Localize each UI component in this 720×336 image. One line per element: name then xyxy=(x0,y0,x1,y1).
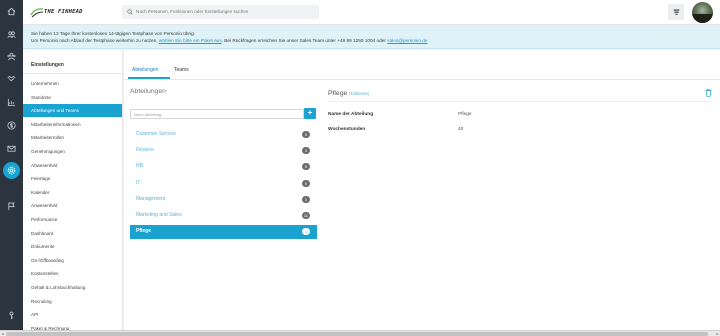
logo-mark-icon xyxy=(30,8,44,18)
notification-button[interactable] xyxy=(668,4,684,20)
mail-icon[interactable] xyxy=(4,141,19,156)
banner-line-2: Um Personio nach Ablauf der Testphase we… xyxy=(31,37,720,44)
department-name: Pflege xyxy=(136,228,152,235)
settings-icon[interactable] xyxy=(3,162,20,179)
logo-text: THE FINHEAD xyxy=(44,9,83,15)
horizontal-scrollbar[interactable]: ◂ ▸ xyxy=(0,330,720,336)
tab-abteilungen[interactable]: Abteilungen xyxy=(132,67,158,73)
detail-key: Name der Abteilung xyxy=(328,112,374,117)
sidebar-item[interactable]: Dashboard xyxy=(23,227,122,240)
department-row[interactable]: Marketing and Sales 11 xyxy=(130,209,317,223)
department-name: Management xyxy=(136,195,166,202)
sidebar-item[interactable]: Mitarbeiterinformationen xyxy=(23,118,122,131)
member-count-badge: 4 xyxy=(302,147,310,155)
scroll-right-arrow-icon[interactable]: ▸ xyxy=(715,331,720,336)
sidebar-item[interactable]: Gehalt & Lohnbuchhaltung xyxy=(23,281,122,294)
banner-text: Um Personio nach Ablauf der Testphase we… xyxy=(31,38,159,43)
search-icon xyxy=(127,9,133,15)
department-row[interactable]: Finance 4 xyxy=(130,144,317,158)
sidebar-item[interactable]: Genehmigungen xyxy=(23,145,122,158)
departments-title: Abteilungen xyxy=(130,88,166,95)
department-name: Customer Service xyxy=(136,131,176,137)
main-panel: Abteilungen Teams Abteilungen Neue Abtei… xyxy=(124,50,720,330)
banner-line-1: Sie haben 13 Tage Ihrer kostenlosen 14-t… xyxy=(31,31,196,36)
scrollbar-thumb[interactable] xyxy=(6,332,708,336)
people-group-icon[interactable] xyxy=(4,49,19,64)
department-row[interactable]: Pflege 1 xyxy=(130,225,317,240)
department-row[interactable]: HR 5 xyxy=(130,160,317,174)
sidebar-item[interactable]: Recruiting xyxy=(23,295,122,308)
sidebar-item[interactable]: Performance xyxy=(23,213,122,226)
new-department-input[interactable]: Neue Abteilung... xyxy=(130,109,304,119)
member-count-badge: 11 xyxy=(301,212,310,219)
tab-teams[interactable]: Teams xyxy=(174,67,189,73)
sidebar-item[interactable]: Feiertage xyxy=(23,172,122,185)
scroll-left-arrow-icon[interactable]: ◂ xyxy=(0,331,5,336)
sidebar-item[interactable]: Standorte xyxy=(23,91,122,104)
company-logo[interactable]: THE FINHEAD xyxy=(30,7,92,18)
top-bar: THE FINHEAD Nach Personen, Funktionen od… xyxy=(23,0,720,25)
department-name: Marketing and Sales xyxy=(136,212,182,218)
department-row[interactable]: IT 0 xyxy=(130,177,317,191)
member-count-badge: 1 xyxy=(302,228,310,236)
member-count-badge: 0 xyxy=(302,179,310,187)
sidebar-item[interactable]: Anwesenheit xyxy=(23,199,122,212)
banner-text: . Bei Rückfragen erreichen Sie unser Sal… xyxy=(221,38,338,43)
search-placeholder: Nach Personen, Funktionen oder Einstellu… xyxy=(136,9,249,14)
home-icon[interactable] xyxy=(4,4,19,19)
add-department-button[interactable]: + xyxy=(304,108,316,119)
sidebar-item[interactable]: Abwesenheit xyxy=(23,159,122,172)
banner-text: oder xyxy=(375,38,388,43)
key-icon[interactable] xyxy=(4,308,19,323)
department-name-heading: Pflege xyxy=(328,90,348,97)
chart-icon[interactable] xyxy=(4,95,19,110)
avatar[interactable] xyxy=(692,2,713,23)
sidebar-item[interactable]: On-/Offboarding xyxy=(23,254,122,267)
detail-value: Pflege xyxy=(458,112,472,117)
member-count-badge: 0 xyxy=(302,131,310,138)
trial-banner: Sie haben 13 Tage Ihrer kostenlosen 14-t… xyxy=(23,25,720,49)
trash-icon[interactable] xyxy=(705,89,712,97)
divider xyxy=(124,79,720,80)
sales-email-link[interactable]: sales@personio.de xyxy=(387,38,427,43)
icon-rail xyxy=(0,0,23,336)
flag-icon[interactable] xyxy=(4,199,19,214)
new-department-placeholder: Neue Abteilung... xyxy=(134,112,165,117)
sidebar-item[interactable]: Mitarbeiterrollen xyxy=(23,131,122,144)
choose-package-link[interactable]: wählen Sie bitte ein Paket aus xyxy=(159,38,222,43)
sidebar-item[interactable]: API xyxy=(23,308,122,321)
people-icon[interactable] xyxy=(4,27,19,42)
edit-link[interactable]: (Editieren) xyxy=(349,91,369,96)
detail-key: Wochenstunden xyxy=(328,127,366,132)
sidebar-heading: Einstellungen xyxy=(31,62,64,68)
department-name: Finance xyxy=(136,147,154,154)
sales-phone: +49 89 1250 1004 xyxy=(337,38,376,43)
handshake-icon[interactable] xyxy=(4,71,19,86)
money-icon[interactable] xyxy=(4,118,19,133)
department-detail-title: Pflege (Editieren) xyxy=(328,90,369,97)
sidebar-item[interactable]: Abteilungen und Teams xyxy=(23,104,122,118)
sidebar-item[interactable]: Kalender xyxy=(23,186,122,199)
department-row[interactable]: Customer Service 0 xyxy=(130,128,317,142)
department-row[interactable]: Management 1 xyxy=(130,193,317,207)
divider xyxy=(23,73,122,74)
detail-value: 40 xyxy=(458,127,464,132)
sidebar-item[interactable]: Unternehmen xyxy=(23,77,122,90)
notification-icon xyxy=(673,8,679,15)
member-count-badge: 1 xyxy=(302,195,310,203)
sidebar-item[interactable]: Kostenstellen xyxy=(23,267,122,280)
settings-sidebar: Einstellungen Unternehmen Standorte Abteil… xyxy=(23,50,123,330)
department-name: HR xyxy=(136,163,144,170)
search-input[interactable]: Nach Personen, Funktionen oder Einstellu… xyxy=(122,5,319,19)
member-count-badge: 5 xyxy=(302,163,310,171)
sidebar-item[interactable]: Paket & Rechnung xyxy=(23,322,122,330)
sidebar-item[interactable]: Dokumente xyxy=(23,240,122,253)
divider xyxy=(328,101,712,102)
department-name: IT xyxy=(136,179,141,186)
